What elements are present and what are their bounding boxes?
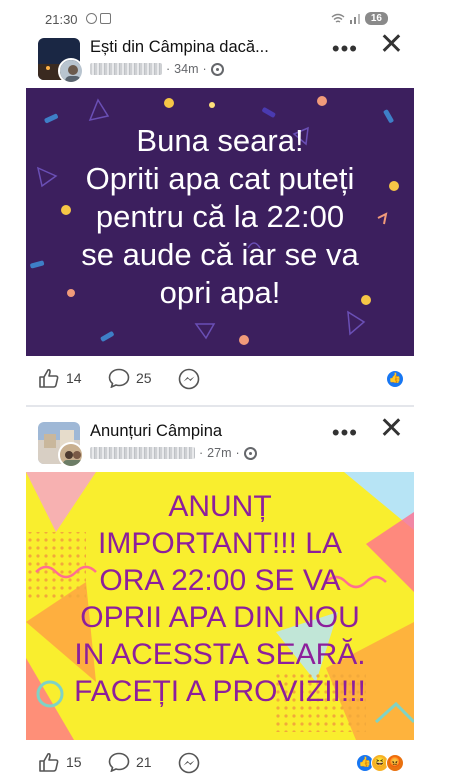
group-name[interactable]: Anunțuri Câmpina xyxy=(90,422,222,441)
more-options-button[interactable]: ••• xyxy=(332,420,358,446)
system-icons: 16 xyxy=(331,12,388,25)
like-button[interactable]: 15 xyxy=(38,752,82,772)
like-count: 15 xyxy=(66,754,82,770)
post-image-card[interactable]: Buna seara! Opriti apa cat puteți pentru… xyxy=(26,88,414,356)
messenger-icon xyxy=(178,368,200,390)
card-line: FACEȚI A PROVIZII!!! xyxy=(74,675,366,708)
notification-icons xyxy=(86,13,111,24)
close-button[interactable]: ✕ xyxy=(379,30,404,60)
share-button[interactable] xyxy=(178,368,200,390)
post-actions: 14 25 👍 xyxy=(26,356,414,402)
angry-reaction-icon: 😡 xyxy=(386,754,404,772)
blurred-author-name[interactable] xyxy=(90,447,195,459)
card-message: ANUNȚ IMPORTANT!!! LA ORA 22:00 SE VA OP… xyxy=(26,488,414,710)
post-time[interactable]: 27m xyxy=(207,446,231,460)
card-line: OPRII APA DIN NOU xyxy=(80,601,360,634)
comment-button[interactable]: 21 xyxy=(108,752,152,772)
post-1: Ești din Câmpina dacă... · 34m · ••• ✕ B… xyxy=(26,30,414,402)
post-meta: · 27m · xyxy=(90,446,257,460)
card-line: se aude că iar se va xyxy=(81,237,359,272)
post-actions: 15 21 👍 😆 😡 xyxy=(26,740,414,781)
like-button[interactable]: 14 xyxy=(38,368,82,388)
card-line: Opriti apa cat puteți xyxy=(85,161,355,196)
card-line: IMPORTANT!!! LA xyxy=(98,527,342,560)
blurred-author-name[interactable] xyxy=(90,63,162,75)
status-bar: 21:30 16 xyxy=(0,0,450,28)
comment-button[interactable]: 25 xyxy=(108,368,152,388)
card-line: opri apa! xyxy=(159,275,281,310)
card-line: ANUNȚ xyxy=(168,490,272,523)
post-time[interactable]: 34m xyxy=(174,62,198,76)
signal-icon xyxy=(349,14,360,24)
close-button[interactable]: ✕ xyxy=(379,414,404,444)
privacy-icon xyxy=(243,446,257,460)
post-meta: · 34m · xyxy=(90,62,224,76)
comment-icon xyxy=(108,752,130,772)
card-line: IN ACESSTA SEARĂ. xyxy=(74,638,366,671)
post-2: Anunțuri Câmpina · 27m · ••• ✕ ANUNȚ IMP… xyxy=(26,414,414,781)
screenshot-icon xyxy=(100,13,111,24)
card-line: pentru că la 22:00 xyxy=(95,199,345,234)
comment-count: 25 xyxy=(136,370,152,386)
group-name[interactable]: Ești din Câmpina dacă... xyxy=(90,38,269,57)
like-count: 14 xyxy=(66,370,82,386)
post-divider xyxy=(26,405,414,407)
post-image-card[interactable]: ANUNȚ IMPORTANT!!! LA ORA 22:00 SE VA OP… xyxy=(26,472,414,740)
card-line: Buna seara! xyxy=(136,123,304,158)
whatsapp-icon xyxy=(86,13,97,24)
post-header: Anunțuri Câmpina · 27m · ••• ✕ xyxy=(26,414,414,472)
status-time: 21:30 xyxy=(45,12,78,27)
like-reaction-icon: 👍 xyxy=(386,370,404,388)
comment-icon xyxy=(108,368,130,388)
thumbs-up-icon xyxy=(39,368,59,388)
card-line: ORA 22:00 SE VA xyxy=(99,564,341,597)
reaction-summary[interactable]: 👍 😆 😡 xyxy=(356,754,404,772)
share-button[interactable] xyxy=(178,752,200,774)
privacy-icon xyxy=(210,62,224,76)
card-message: Buna seara! Opriti apa cat puteți pentru… xyxy=(26,122,414,312)
battery-indicator: 16 xyxy=(364,12,388,25)
thumbs-up-icon xyxy=(39,752,59,772)
messenger-icon xyxy=(178,752,200,774)
more-options-button[interactable]: ••• xyxy=(332,36,358,62)
reaction-summary[interactable]: 👍 xyxy=(386,370,404,388)
comment-count: 21 xyxy=(136,754,152,770)
post-header: Ești din Câmpina dacă... · 34m · ••• ✕ xyxy=(26,30,414,88)
user-avatar[interactable] xyxy=(58,58,84,84)
user-avatar[interactable] xyxy=(58,442,84,468)
wifi-icon xyxy=(331,13,345,23)
